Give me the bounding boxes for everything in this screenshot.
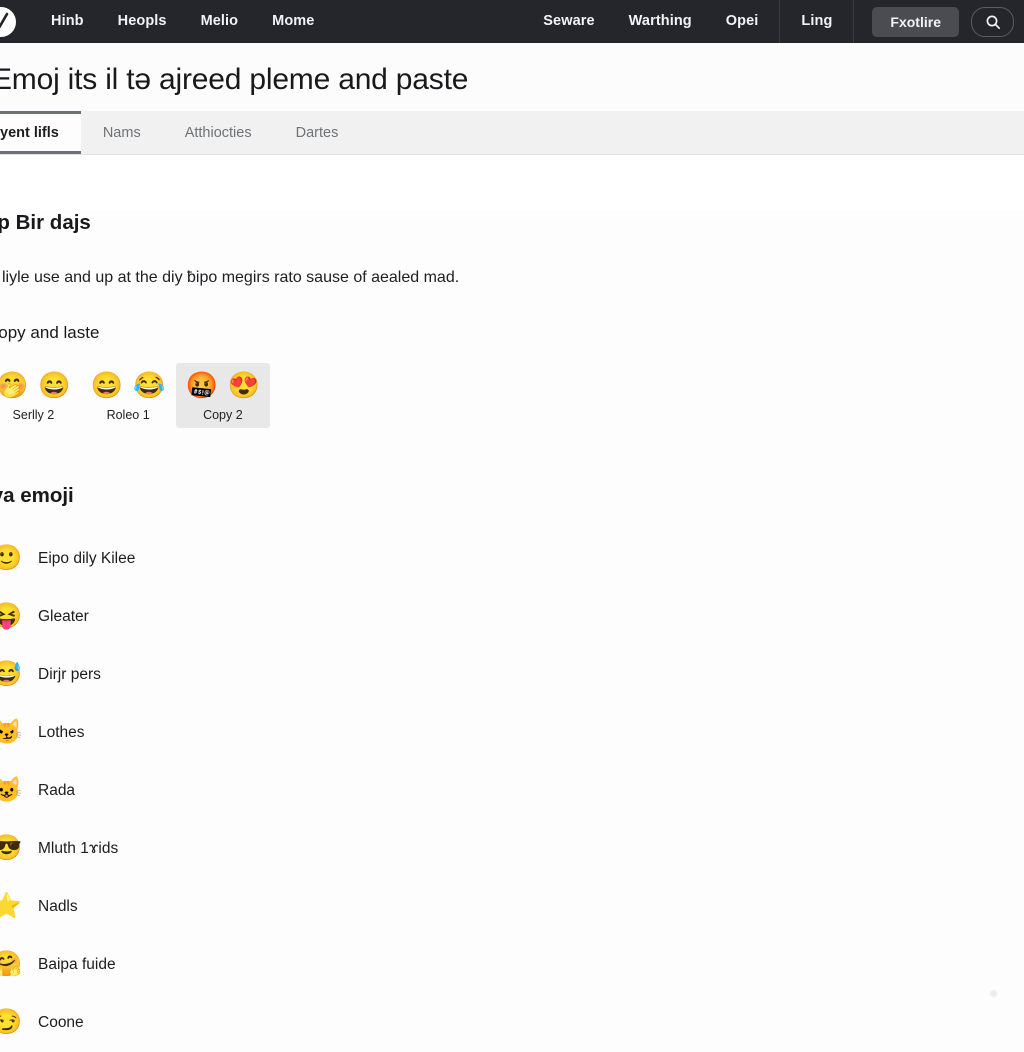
copy-chip-emojis: 🤬 😍 <box>186 371 261 400</box>
list-item[interactable]: 😏 Coone <box>0 994 1024 1052</box>
nav-item-heopls[interactable]: Heopls <box>101 0 184 43</box>
section-heading: ep Bir dajs <box>0 211 91 234</box>
copy-chip-label: Serlly 2 <box>12 407 55 422</box>
emoji-glyph-icon: 😎 <box>0 834 23 863</box>
emoji-glyph-icon: ⭐ <box>0 892 23 921</box>
copy-chip-roleo[interactable]: 😄 😂 Roleo 1 <box>81 363 176 428</box>
emoji-glyph-icon: 😺 <box>0 776 23 805</box>
list-item[interactable]: 😝 Gleater <box>0 588 1024 646</box>
page-title: Emoj its il tǝ ajreed pleme and paste <box>0 63 469 96</box>
copy-chip-emojis: 😄 😂 <box>91 371 166 400</box>
copy-and-paste-heading: Copy and laste <box>0 323 100 342</box>
explore-button[interactable]: Fxotlire <box>872 6 959 37</box>
list-item-label: Nadls <box>38 897 78 915</box>
list-item-label: Coone <box>38 1013 84 1031</box>
emoji-list: 🙂 Eipo dily Kilee 😝 Gleater 😅 Dirjr pers… <box>0 530 1024 1052</box>
nav-item-warthing[interactable]: Warthing <box>612 0 709 43</box>
emoji-list-heading: lya emoji <box>0 483 74 507</box>
copy-chip-copy[interactable]: 🤬 😍 Copy 2 <box>175 363 271 428</box>
nav-item-ling[interactable]: Ling <box>784 0 849 43</box>
copy-chip-row: 🤭 😄 Serlly 2 😄 😂 Roleo 1 🤬 😍 Copy 2 <box>0 363 1024 428</box>
nav-item-melio[interactable]: Melio <box>184 0 256 43</box>
emoji-glyph: 😍 <box>227 370 261 400</box>
emoji-glyph: 😄 <box>90 370 124 400</box>
emoji-glyph-icon: 😏 <box>0 1008 23 1037</box>
nav-item-hinb[interactable]: Hinb <box>34 0 101 43</box>
top-navigation-bar: Hinb Heopls Melio Mome Seware Warthing O… <box>0 0 1024 43</box>
tab-atthiocties[interactable]: Atthiocties <box>163 111 274 154</box>
emoji-glyph: 🤭 <box>0 370 29 400</box>
list-item-label: Baipa fuide <box>38 955 116 973</box>
search-button[interactable] <box>971 6 1014 37</box>
nav-divider-left <box>779 0 781 43</box>
tab-bar: yent lifls Nams Atthiocties Dartes <box>0 111 1024 155</box>
emoji-glyph: 😂 <box>133 370 166 400</box>
emoji-glyph-icon: 😝 <box>0 602 23 631</box>
nav-item-seware[interactable]: Seware <box>526 0 611 43</box>
search-icon <box>985 14 1001 30</box>
nav-item-mome[interactable]: Mome <box>255 0 331 43</box>
copy-chip-serlly[interactable]: 🤭 😄 Serlly 2 <box>0 363 81 428</box>
copy-chip-label: Copy 2 <box>203 407 243 422</box>
main-content: ep Bir dajs ly liyle use and up at the d… <box>0 211 1024 1052</box>
page-header: Emoj its il tǝ ajreed pleme and paste <box>0 43 1024 111</box>
list-item-label: Lothes <box>38 723 85 741</box>
check-badge-icon <box>0 12 11 32</box>
list-item-label: Rada <box>38 781 76 799</box>
nav-left-group: Hinb Heopls Melio Mome <box>0 0 331 43</box>
emoji-glyph-icon: 🙂 <box>0 544 23 573</box>
copy-chip-emojis: 🤭 😄 <box>0 371 71 400</box>
list-item[interactable]: 😎 Mluth 1ɤids <box>0 820 1024 878</box>
site-logo[interactable] <box>0 6 16 37</box>
list-item[interactable]: 😺 Rada <box>0 762 1024 820</box>
emoji-glyph-icon: 😼 <box>0 718 23 747</box>
emoji-glyph-icon: 🤗 <box>0 950 23 979</box>
emoji-glyph: 😄 <box>38 370 71 400</box>
nav-item-opei[interactable]: Opei <box>709 0 776 43</box>
page-corner-artifact <box>989 989 998 998</box>
copy-chip-label: Roleo 1 <box>106 407 150 422</box>
list-item[interactable]: 😅 Dirjr pers <box>0 646 1024 704</box>
tab-nams[interactable]: Nams <box>81 111 163 154</box>
nav-divider-right <box>853 0 855 43</box>
list-item-label: Eipo dily Kilee <box>38 549 136 567</box>
tab-yent-lifls[interactable]: yent lifls <box>0 111 81 154</box>
emoji-glyph-icon: 😅 <box>0 660 23 689</box>
list-item[interactable]: 😼 Lothes <box>0 704 1024 762</box>
tab-dartes[interactable]: Dartes <box>274 111 361 154</box>
list-item[interactable]: 🤗 Baipa fuide <box>0 936 1024 994</box>
emoji-glyph: 🤬 <box>185 370 218 400</box>
section-body-text: ly liyle use and up at the diy ƀipo megi… <box>0 269 460 286</box>
list-item-label: Gleater <box>38 607 89 625</box>
list-item-label: Dirjr pers <box>38 665 101 683</box>
list-item-label: Mluth 1ɤids <box>38 839 119 857</box>
nav-right-group: Seware Warthing Opei Ling Fxotlire <box>526 0 1024 43</box>
list-item[interactable]: 🙂 Eipo dily Kilee <box>0 530 1024 588</box>
list-item[interactable]: ⭐ Nadls <box>0 878 1024 936</box>
